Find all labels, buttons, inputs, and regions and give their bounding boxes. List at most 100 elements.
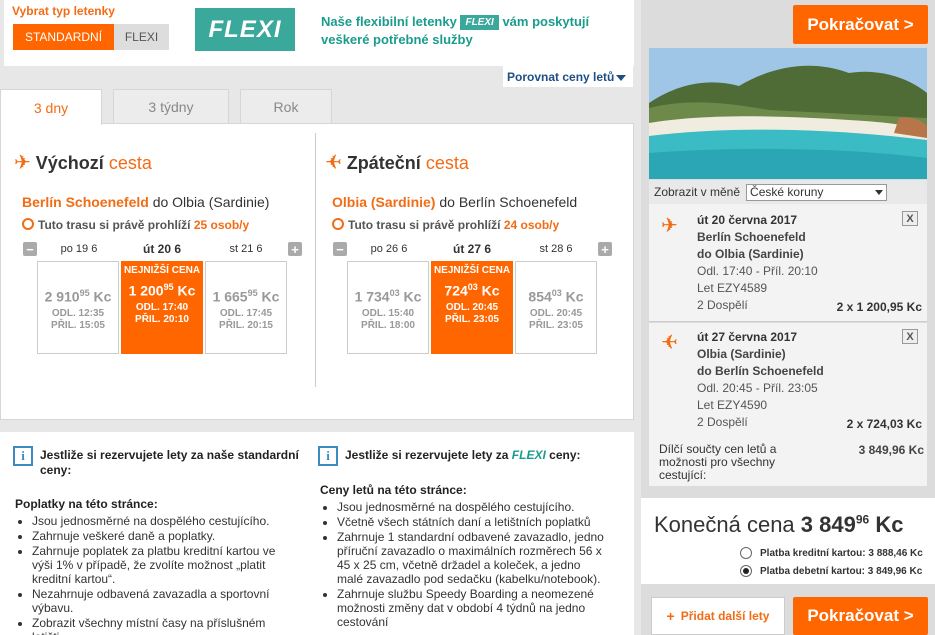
leg-price: 2 x 724,03 Kc <box>846 417 922 431</box>
fare-price: 1 66595 Kc <box>212 288 280 305</box>
list-item: Jsou jednosměrné na dospělého cestujícíh… <box>337 500 609 514</box>
pay-credit-label: Platba kreditní kartou: 3 888,46 Kc <box>760 547 923 559</box>
outbound-prev-day-button[interactable]: − <box>23 242 37 257</box>
subtotal-value: 3 849,96 Kc <box>858 443 924 457</box>
lowest-price-badge: NEJNIŽŠÍ CENA <box>433 265 511 276</box>
outbound-fare-card[interactable]: 1 66595 Kc ODL. 17:45 PŘIL. 20:15 <box>205 261 287 354</box>
inbound-date-prev[interactable]: po 26 6 <box>348 243 430 255</box>
flexi-desc-before: Naše flexibilní letenky <box>321 14 457 29</box>
pay-debit-label: Platba debetní kartou: 3 849,96 Kc <box>760 565 923 577</box>
currency-value: České koruny <box>750 185 824 199</box>
inbound-viewers: Tuto trasu si právě prohlíží 24 osob/y <box>332 218 559 232</box>
inbound-origin: Olbia (Sardinie) <box>332 194 436 210</box>
plane-landing-icon: ✈ <box>325 152 342 174</box>
inbound-title-bold: Zpáteční <box>346 153 421 173</box>
flexi-info-heading-before: Jestliže si rezervujete lety za <box>345 448 509 462</box>
inbound-fare-card-selected[interactable]: NEJNIŽŠÍ CENA 72403 Kc ODL. 20:45 PŘIL. 2… <box>431 261 513 354</box>
leg-price: 2 x 1 200,95 Kc <box>836 300 922 314</box>
destination-photo <box>649 48 927 179</box>
fare-price: 1 20095 Kc <box>128 282 196 299</box>
leg-flight-number: Let EZY4590 <box>697 398 768 412</box>
leg-date: út 20 června 2017 <box>697 213 798 227</box>
pay-credit-option[interactable]: Platba kreditní kartou: 3 888,46 Kc <box>740 547 930 559</box>
outbound-date-next[interactable]: st 21 6 <box>205 243 287 255</box>
outbound-viewers-count: 25 osob/y <box>193 218 250 232</box>
currency-select[interactable]: České koruny <box>746 183 888 201</box>
standard-info-subheading: Poplatky na této stránce: <box>15 497 158 511</box>
final-price-label: Konečná cena <box>654 512 795 537</box>
currency-row: Zobrazit v měně České koruny <box>649 180 927 204</box>
tab-3-days[interactable]: 3 dny <box>0 89 102 125</box>
leg-flight-number: Let EZY4589 <box>697 281 768 295</box>
list-item: Zobrazit všechny místní časy na příslušn… <box>32 616 296 635</box>
clock-icon <box>22 218 34 230</box>
outbound-fare-card-selected[interactable]: NEJNIŽŠÍ CENA 1 20095 Kc ODL. 17:40 PŘIL.… <box>121 261 203 354</box>
standard-fare-button[interactable]: STANDARDNÍ <box>13 24 114 50</box>
info-icon: i <box>13 446 33 466</box>
continue-button-top[interactable]: Pokračovat > <box>793 5 928 44</box>
info-icon: i <box>318 446 338 466</box>
list-item: Zahrnuje 1 standardní odbavené zavazadlo… <box>337 530 609 586</box>
fare-price: 85403 Kc <box>528 288 584 305</box>
fare-times: ODL. 20:45 PŘIL. 23:05 <box>445 301 499 325</box>
inbound-prev-day-button[interactable]: − <box>333 242 347 257</box>
leg-details: út 27 června 2017 Olbia (Sardinie) do Be… <box>697 329 824 431</box>
clock-icon <box>332 218 344 230</box>
flexi-info-heading-after: ceny: <box>549 448 581 462</box>
standard-info-list: Jsou jednosměrné na dospělého cestujícíh… <box>16 514 296 635</box>
inbound-route: Olbia (Sardinie) do Berlín Schoenefeld <box>332 194 577 210</box>
radio-debit[interactable] <box>740 565 752 577</box>
flexi-info-subheading: Ceny letů na této stránce: <box>320 483 467 497</box>
leg-origin: Olbia (Sardinie) <box>697 347 786 361</box>
fare-times: ODL. 15:40 PŘIL. 18:00 <box>361 307 415 331</box>
panel-divider <box>315 133 316 387</box>
radio-credit[interactable] <box>740 547 752 559</box>
plane-landing-icon: ✈ <box>661 332 678 354</box>
remove-leg-button[interactable]: X <box>902 329 918 344</box>
compare-prices-link[interactable]: Porovnat ceny letů <box>503 66 633 87</box>
outbound-viewers-text: Tuto trasu si právě prohlíží <box>38 218 191 232</box>
continue-button-bottom[interactable]: Pokračovat > <box>793 597 928 635</box>
outbound-title-bold: Výchozí <box>35 153 104 173</box>
add-flights-label: Přidat další lety <box>680 609 770 623</box>
outbound-viewers: Tuto trasu si právě prohlíží 25 osob/y <box>22 218 249 232</box>
leg-date: út 27 června 2017 <box>697 330 798 344</box>
flexi-logo: FLEXI <box>195 8 295 51</box>
flexi-fare-button[interactable]: FLEXI <box>114 24 169 50</box>
outbound-date-prev[interactable]: po 19 6 <box>38 243 120 255</box>
list-item: Zahrnuje službu Speedy Boarding a neomez… <box>337 587 609 629</box>
tab-year[interactable]: Rok <box>240 89 332 123</box>
outbound-route: Berlín Schoenefeld do Olbia (Sardinie) <box>22 194 269 210</box>
inbound-date-next[interactable]: st 28 6 <box>515 243 597 255</box>
inbound-next-day-button[interactable]: + <box>598 242 612 257</box>
fare-price: 1 73403 Kc <box>354 288 422 305</box>
fare-type-title: Vybrat typ letenky <box>12 4 115 18</box>
inbound-fare-card[interactable]: 1 73403 Kc ODL. 15:40 PŘIL. 18:00 <box>347 261 429 354</box>
flexi-info-heading: Jestliže si rezervujete lety za FLEXI ce… <box>345 448 625 463</box>
add-flights-button[interactable]: + Přidat další lety <box>651 597 785 635</box>
inbound-viewers-count: 24 osob/y <box>503 218 560 232</box>
fare-times: ODL. 17:40 PŘIL. 20:10 <box>135 301 189 325</box>
inbound-date-selected-label: út 27 6 <box>452 242 491 256</box>
inbound-date-selected[interactable]: út 27 6 <box>431 242 513 256</box>
flexi-description: Naše flexibilní letenky FLEXI vám poskyt… <box>321 13 621 49</box>
remove-leg-button[interactable]: X <box>902 211 918 226</box>
outbound-destination: do Olbia (Sardinie) <box>152 194 270 210</box>
fare-price: 72403 Kc <box>444 282 500 299</box>
plane-takeoff-icon: ✈ <box>661 215 678 237</box>
flexi-pill: FLEXI <box>460 15 499 31</box>
pay-debit-option[interactable]: Platba debetní kartou: 3 849,96 Kc <box>740 565 930 577</box>
plus-icon: + <box>666 608 675 624</box>
outbound-date-selected[interactable]: út 20 6 <box>121 242 203 256</box>
chevron-right-icon: > <box>903 14 914 34</box>
tab-3-weeks[interactable]: 3 týdny <box>113 89 229 123</box>
outbound-fare-card[interactable]: 2 91095 Kc ODL. 12:35 PŘIL. 15:05 <box>37 261 119 354</box>
inbound-title-light: cesta <box>425 153 469 173</box>
outbound-next-day-button[interactable]: + <box>288 242 302 257</box>
leg-times: Odl. 17:40 - Příl. 20:10 <box>697 264 818 278</box>
chevron-right-icon: > <box>903 606 914 625</box>
currency-label: Zobrazit v měně <box>654 185 741 199</box>
final-price-value: 3 84996 Kc <box>800 512 904 537</box>
inbound-fare-card[interactable]: 85403 Kc ODL. 20:45 PŘIL. 23:05 <box>515 261 597 354</box>
list-item: Jsou jednosměrné na dospělého cestujícíh… <box>32 514 296 528</box>
